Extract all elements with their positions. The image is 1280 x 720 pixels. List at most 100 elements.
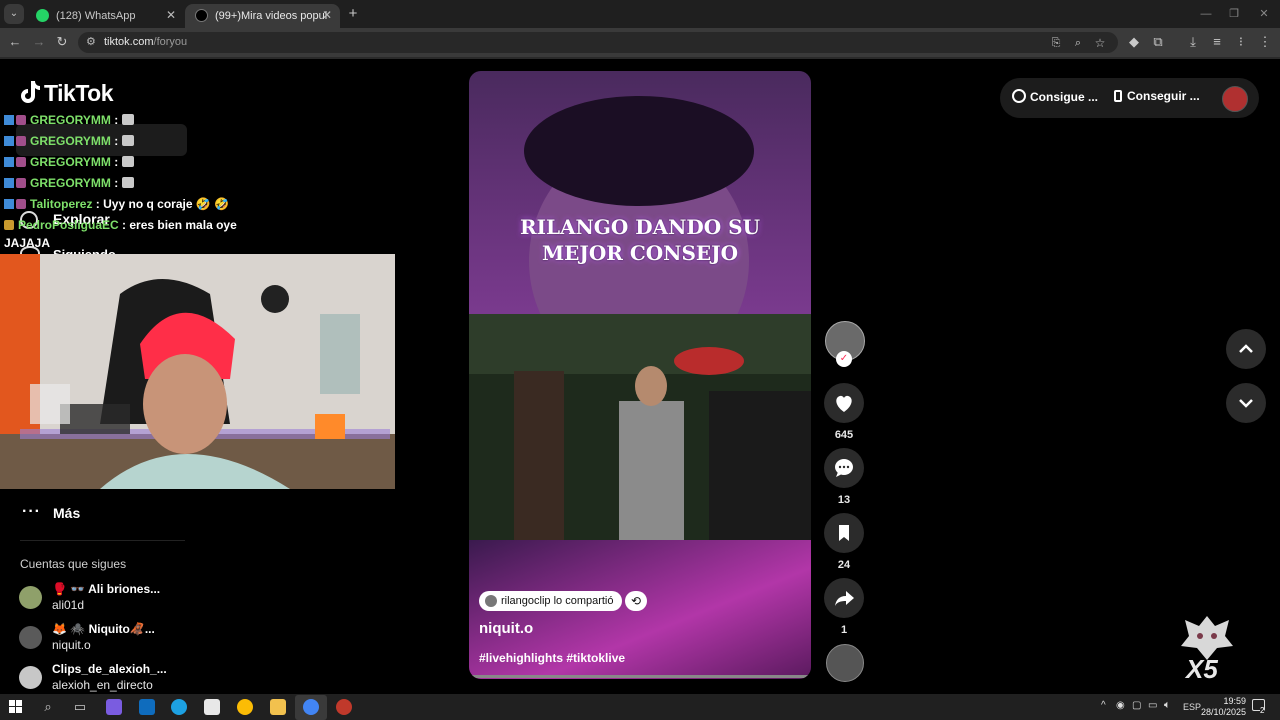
browser-tab-bar: ⌄ (128) WhatsApp ✕ (99+)Mira videos popu…	[0, 0, 1280, 28]
forward-button[interactable]: →	[29, 32, 49, 52]
shared-badge[interactable]: rilangoclip lo compartió	[479, 591, 622, 611]
chevron-up-icon[interactable]: ^	[1101, 700, 1106, 711]
tiktok-logo-icon[interactable]	[20, 80, 42, 104]
address-bar[interactable]: ⚙ tiktok.com/foryou ⎘ ⌕ ☆	[78, 32, 1118, 53]
chat-badge-icon	[4, 136, 14, 146]
site-info-icon[interactable]: ⚙	[86, 35, 96, 48]
file-explorer-icon[interactable]	[270, 699, 286, 715]
toolbar-divider	[0, 57, 1280, 59]
menu-icon[interactable]: ⋮	[1255, 32, 1275, 52]
clock[interactable]: 19:59 28/10/2025	[1200, 696, 1246, 718]
share-button[interactable]	[824, 578, 864, 618]
chrome-active-icon[interactable]	[303, 699, 319, 715]
video-author[interactable]: niquit.o	[479, 620, 533, 637]
followed-check-icon[interactable]: ✓	[836, 351, 852, 367]
save-button[interactable]	[824, 513, 864, 553]
profile-avatar[interactable]	[1222, 86, 1248, 112]
chat-badge-icon	[16, 115, 26, 125]
chat-message: JAJAJA	[4, 236, 51, 250]
get-app-button[interactable]: Conseguir ...	[1114, 89, 1200, 103]
windows-taskbar	[0, 694, 1280, 720]
chat-badge-icon	[4, 157, 14, 167]
bookmark-star-icon[interactable]: ☆	[1090, 33, 1110, 53]
followed-account-name: Clips_de_alexioh_...	[52, 662, 167, 676]
followed-account[interactable]: 🥊 👓 Ali briones... ali01d	[19, 582, 189, 614]
chat-badge-icon	[16, 199, 26, 209]
comment-icon	[835, 459, 853, 477]
language-indicator[interactable]: ESP	[1183, 702, 1201, 712]
restore-button[interactable]: ❐	[1224, 4, 1244, 24]
next-video-button[interactable]	[1226, 383, 1266, 423]
followed-account-name: 🦊 🕷️ Niquito🦧...	[52, 622, 155, 636]
outlook-icon[interactable]	[139, 699, 155, 715]
download-icon[interactable]: ⤓	[1183, 32, 1203, 52]
like-count: 645	[834, 429, 854, 441]
chrome-icon[interactable]	[237, 699, 253, 715]
followed-account-handle: alexioh_en_directo	[52, 678, 153, 692]
tab-label: (99+)Mira videos populares sob	[215, 10, 327, 22]
network-icon[interactable]: ▢	[1132, 700, 1141, 711]
extensions-puzzle-icon[interactable]: ⧉	[1148, 32, 1168, 52]
tab-tiktok[interactable]: (99+)Mira videos populares sob ✕	[185, 4, 340, 28]
url-text: tiktok.com/foryou	[104, 36, 188, 48]
search-icon[interactable]: ⌕	[38, 697, 58, 717]
chat-message: PedroPosliguaEC : eres bien mala oye	[4, 218, 237, 232]
repost-icon[interactable]: ⟲	[625, 591, 647, 611]
video-player[interactable]: RILANGO DANDO SU MEJOR CONSEJO rilangocl…	[469, 71, 811, 679]
comment-button[interactable]	[824, 448, 864, 488]
zoom-icon[interactable]: ⌕	[1068, 33, 1088, 53]
shirt-emoji-icon	[121, 135, 134, 146]
chat-message: Talitoperez : Uyy no q coraje 🤣 🤣	[4, 197, 229, 211]
edge-icon[interactable]	[171, 699, 187, 715]
shared-label: rilangoclip lo compartió	[501, 595, 614, 607]
close-window-button[interactable]: ✕	[1254, 4, 1274, 24]
chat-badge-icon	[4, 115, 14, 125]
chat-message: GREGORYMM :	[4, 155, 134, 169]
chevron-down-icon	[1239, 399, 1253, 408]
media-control-icon[interactable]: ≡	[1207, 32, 1227, 52]
obs-icon[interactable]	[336, 699, 352, 715]
share-count: 1	[840, 624, 848, 636]
tiktok-favicon-icon	[195, 9, 208, 22]
store-icon[interactable]	[204, 699, 220, 715]
chevron-up-icon	[1239, 344, 1253, 353]
task-view-icon[interactable]: ▭	[70, 697, 90, 717]
nav-more[interactable]: Más	[53, 505, 80, 521]
new-tab-button[interactable]: +	[343, 4, 363, 24]
followed-account[interactable]: 🦊 🕷️ Niquito🦧... niquit.o	[19, 622, 189, 654]
chat-badge-icon	[4, 178, 14, 188]
phone-icon	[1114, 90, 1122, 102]
tab-search-button[interactable]: ⌄	[4, 4, 24, 24]
battery-icon[interactable]: ▭	[1148, 700, 1157, 711]
avatar	[485, 595, 497, 607]
chat-badge-icon	[16, 157, 26, 167]
back-button[interactable]: ←	[5, 32, 25, 52]
coin-icon	[1012, 89, 1026, 103]
like-button[interactable]	[824, 383, 864, 423]
profile-icon[interactable]: ⁝	[1231, 32, 1251, 52]
windows-start-icon[interactable]	[9, 700, 22, 713]
extension-diamond-icon[interactable]: ◆	[1124, 32, 1144, 52]
followed-account[interactable]: Clips_de_alexioh_... alexioh_en_directo	[19, 662, 189, 694]
save-count: 24	[837, 559, 851, 571]
video-caption-overlay: RILANGO DANDO SU MEJOR CONSEJO	[519, 215, 761, 265]
tiktok-logo[interactable]: TikTok	[44, 80, 114, 107]
volume-icon[interactable]: 🔈︎	[1164, 699, 1171, 712]
reload-button[interactable]: ↻	[52, 32, 72, 52]
get-coins-button[interactable]: Consigue ...	[1012, 89, 1098, 104]
followed-account-handle: ali01d	[52, 598, 85, 612]
sound-disc-icon[interactable]	[826, 644, 864, 682]
minimize-button[interactable]: —	[1196, 4, 1216, 24]
close-icon[interactable]: ✕	[322, 8, 332, 22]
video-progress-bar[interactable]	[469, 675, 811, 678]
video-hashtags[interactable]: #livehighlights #tiktoklive	[479, 651, 625, 665]
copilot-icon[interactable]	[106, 699, 122, 715]
chat-message: GREGORYMM :	[4, 134, 134, 148]
record-icon[interactable]: ◉	[1116, 700, 1125, 711]
close-icon[interactable]: ✕	[166, 8, 176, 22]
install-app-icon[interactable]: ⎘	[1046, 33, 1066, 53]
previous-video-button[interactable]	[1226, 329, 1266, 369]
streamer-webcam	[0, 254, 395, 489]
tab-whatsapp[interactable]: (128) WhatsApp ✕	[26, 4, 184, 28]
heart-icon	[836, 395, 852, 412]
